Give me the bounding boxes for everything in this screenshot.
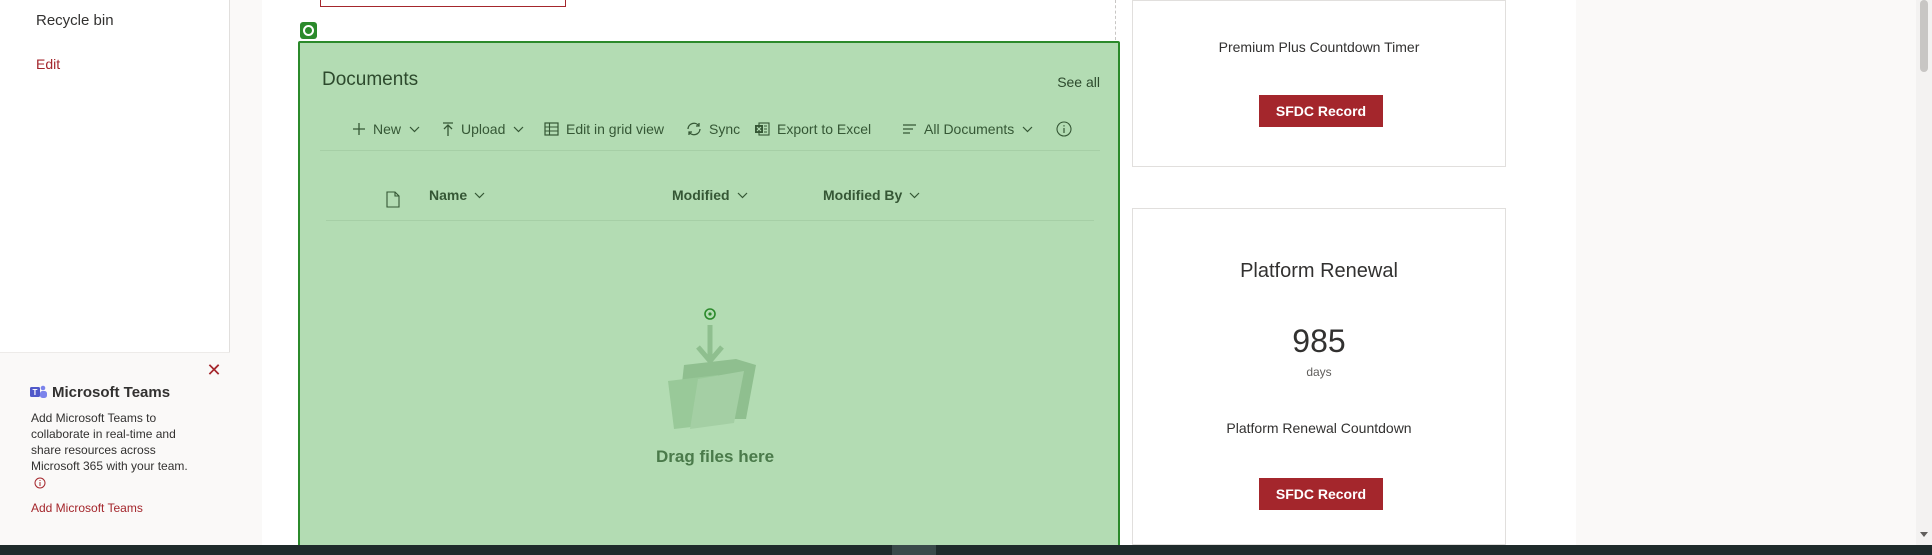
info-button[interactable] (1056, 119, 1079, 139)
excel-icon (755, 122, 770, 136)
export-excel-button[interactable]: Export to Excel (754, 119, 871, 139)
teams-panel-description: Add Microsoft Teams to collaborate in re… (31, 411, 188, 473)
close-icon[interactable]: ✕ (206, 361, 222, 379)
chevron-down-icon (909, 192, 920, 198)
info-icon (1056, 121, 1072, 137)
sfdc-record-button[interactable]: SFDC Record (1259, 95, 1383, 127)
section-divider (1115, 0, 1116, 40)
empty-state-message: Drag files here (656, 447, 775, 466)
webpart-move-handle[interactable] (300, 22, 317, 39)
column-modified-label: Modified (672, 187, 730, 203)
card-title: Platform Renewal (1240, 260, 1398, 282)
export-excel-label: Export to Excel (777, 121, 872, 137)
countdown-card-platform-renewal: Platform Renewal 985 days Platform Renew… (1132, 208, 1506, 545)
scroll-down-arrow-icon[interactable] (1920, 532, 1928, 537)
left-navigation: Recycle bin Edit ✕ T Microsoft Teams Add… (0, 0, 230, 545)
documents-webpart[interactable]: Documents See all New Upload Edit in gri… (298, 41, 1120, 555)
chevron-down-icon (409, 126, 420, 132)
taskbar-active-app[interactable] (892, 545, 936, 555)
nav-edit-link[interactable]: Edit (36, 56, 60, 72)
command-bar: New Upload Edit in grid view Sync Export… (320, 109, 1100, 151)
view-selector-label: All Documents (924, 121, 1015, 137)
countdown-number: 985 (1292, 323, 1346, 359)
chevron-down-icon (513, 126, 524, 132)
column-modified-by[interactable]: Modified By (823, 187, 920, 203)
column-name[interactable]: Name (429, 187, 485, 203)
webpart-outline-above (320, 0, 566, 7)
card-subtitle: Platform Renewal Countdown (1226, 420, 1412, 436)
column-header-row: Name Modified Modified By (326, 175, 1094, 221)
new-button-label: New (373, 121, 402, 137)
edit-grid-view-button[interactable]: Edit in grid view (544, 119, 664, 139)
new-button[interactable]: New (352, 119, 427, 139)
os-taskbar (0, 545, 1932, 555)
upload-icon (443, 121, 453, 136)
plus-icon (353, 123, 365, 135)
nav-item-recycle-bin[interactable]: Recycle bin (36, 12, 114, 29)
view-selector[interactable]: All Documents (902, 119, 1040, 139)
file-type-icon[interactable] (386, 191, 400, 208)
card-subtitle: Premium Plus Countdown Timer (1218, 39, 1420, 55)
list-view-icon (903, 124, 916, 134)
edit-grid-view-label: Edit in grid view (566, 121, 665, 137)
svg-text:T: T (33, 388, 38, 397)
sync-icon (687, 122, 701, 136)
vertical-scrollbar[interactable] (1916, 0, 1932, 545)
countdown-card-premium: Premium Plus Countdown Timer SFDC Record (1132, 0, 1506, 167)
sfdc-record-button[interactable]: SFDC Record (1259, 478, 1383, 510)
teams-promo-panel: ✕ T Microsoft Teams Add Microsoft Teams … (0, 352, 230, 545)
upload-button-label: Upload (461, 121, 506, 137)
info-icon[interactable] (34, 477, 46, 489)
upload-button[interactable]: Upload (442, 119, 531, 139)
documents-title: Documents (322, 69, 419, 90)
chevron-down-icon (474, 192, 485, 198)
sync-button[interactable]: Sync (686, 119, 740, 139)
teams-panel-title: Microsoft Teams (52, 384, 171, 401)
chevron-down-icon (737, 192, 747, 198)
sync-button-label: Sync (709, 121, 741, 137)
countdown-unit: days (1306, 365, 1332, 379)
column-modified[interactable]: Modified (672, 187, 748, 203)
empty-folder-illustration (668, 308, 756, 429)
column-modified-by-label: Modified By (823, 187, 903, 203)
grid-icon (544, 122, 559, 136)
chevron-down-icon (1022, 126, 1033, 132)
add-teams-link[interactable]: Add Microsoft Teams (31, 501, 143, 515)
teams-logo-icon: T (30, 385, 47, 398)
scrollbar-thumb[interactable] (1920, 0, 1928, 72)
see-all-link[interactable]: See all (1057, 74, 1100, 90)
column-name-label: Name (429, 187, 468, 203)
